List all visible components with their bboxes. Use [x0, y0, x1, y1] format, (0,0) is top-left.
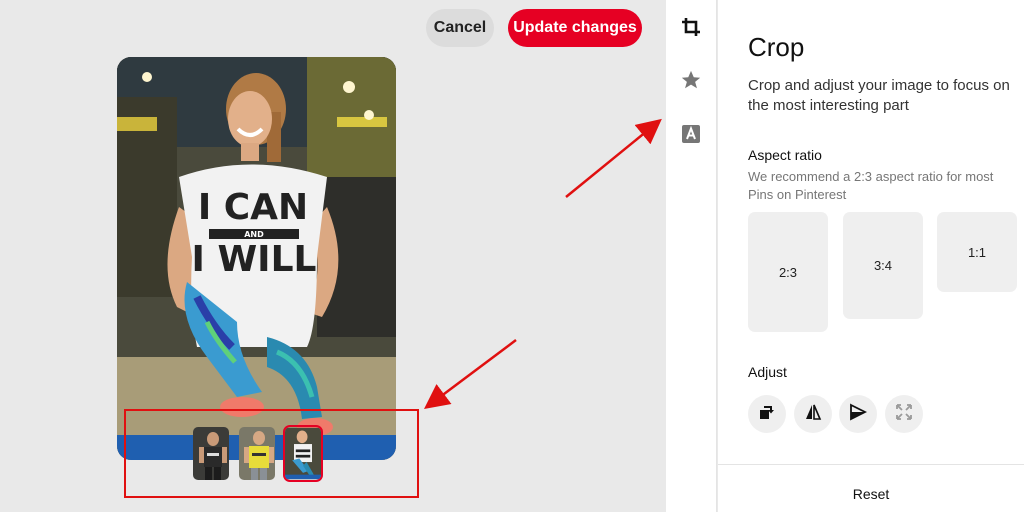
shirt-text-line2: I WILL [192, 239, 317, 280]
pin-image: I CAN AND I WILL [117, 57, 396, 460]
rotate-icon [758, 403, 776, 426]
aspect-ratio-hint: We recommend a 2:3 aspect ratio for most… [748, 169, 994, 202]
expand-button[interactable] [885, 395, 923, 433]
text-icon[interactable] [678, 121, 704, 147]
edit-tools-strip [666, 0, 717, 512]
star-icon[interactable] [678, 67, 704, 93]
image-editor-canvas: Cancel Update changes I CAN AND I WILL [0, 0, 666, 512]
update-changes-button[interactable]: Update changes [508, 9, 642, 47]
panel-title: Crop [748, 32, 805, 62]
panel-divider [718, 464, 1024, 465]
flip-vertical-icon [849, 403, 868, 426]
ratio-2-3-option[interactable]: 2:3 [748, 212, 828, 332]
ratio-3-4-option[interactable]: 3:4 [843, 212, 923, 319]
thumbnail-1[interactable] [191, 425, 231, 482]
flip-horizontal-icon [804, 403, 822, 426]
adjust-title: Adjust [748, 364, 787, 380]
rotate-button[interactable] [748, 395, 786, 433]
flip-horizontal-button[interactable] [794, 395, 832, 433]
expand-icon [895, 403, 913, 426]
crop-icon[interactable] [678, 14, 704, 40]
crop-panel: Crop Crop and adjust your image to focus… [718, 0, 1024, 512]
shirt-text-line1: I CAN [198, 187, 308, 228]
thumbnail-3-selected[interactable] [283, 425, 323, 482]
panel-description: Crop and adjust your image to focus on t… [748, 77, 1010, 114]
shirt-text-and: AND [244, 230, 264, 239]
reset-button[interactable]: Reset [718, 486, 1024, 502]
aspect-ratio-title: Aspect ratio [748, 147, 822, 163]
thumbnail-2[interactable] [237, 425, 277, 482]
cancel-button[interactable]: Cancel [426, 9, 494, 47]
flip-vertical-button[interactable] [839, 395, 877, 433]
image-thumbnails [191, 425, 323, 483]
ratio-1-1-option[interactable]: 1:1 [937, 212, 1017, 292]
